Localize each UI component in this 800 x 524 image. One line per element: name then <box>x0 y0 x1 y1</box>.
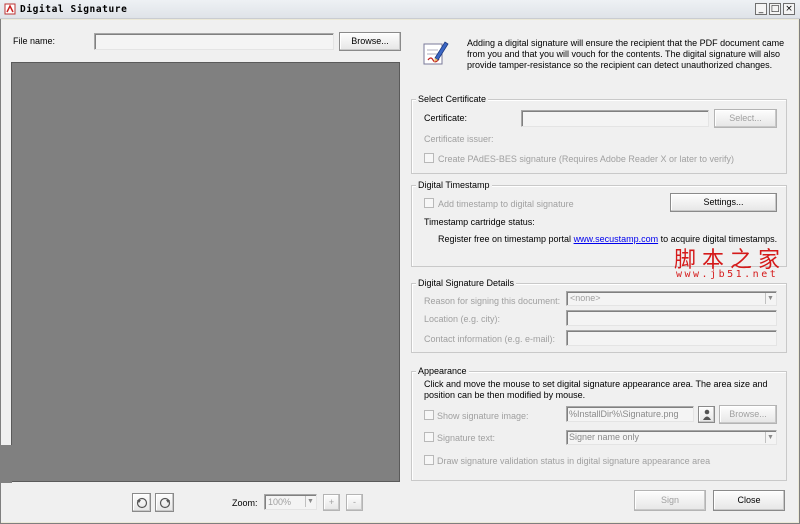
signature-text-label: Signature text: <box>437 433 496 443</box>
certificate-field[interactable] <box>521 110 709 127</box>
timestamp-settings-button[interactable]: Settings... <box>670 193 777 212</box>
add-timestamp-checkbox[interactable] <box>424 198 434 208</box>
rotate-left-button[interactable] <box>132 493 151 512</box>
image-path-value: %InstallDir%\Signature.png <box>569 409 679 419</box>
secustamp-link[interactable]: www.secustamp.com <box>574 234 659 244</box>
file-name-input[interactable] <box>94 33 334 50</box>
location-label: Location (e.g. city): <box>424 314 501 324</box>
image-picker-button[interactable] <box>698 406 715 423</box>
zoom-in-button[interactable]: + <box>323 494 340 511</box>
zoom-value: 100% <box>268 497 292 507</box>
close-button[interactable]: Close <box>713 490 785 511</box>
reason-select[interactable]: <none> <box>566 291 777 306</box>
signature-text-value: Signer name only <box>569 432 640 442</box>
location-input[interactable] <box>566 310 777 326</box>
file-browse-button[interactable]: Browse... <box>339 32 401 51</box>
pen-signature-icon <box>423 41 449 65</box>
zoom-out-button[interactable]: - <box>346 494 363 511</box>
signature-text-checkbox[interactable] <box>424 432 434 442</box>
zoom-label: Zoom: <box>232 498 258 508</box>
zoom-dropdown-icon[interactable]: ▼ <box>305 496 315 507</box>
watermark-url: www.jb51.net <box>676 269 779 280</box>
certificate-label: Certificate: <box>424 113 468 123</box>
register-prefix: Register free on timestamp portal <box>438 234 574 244</box>
minimize-button[interactable]: _ <box>755 3 767 15</box>
contact-label: Contact information (e.g. e-mail): <box>424 334 556 344</box>
person-icon <box>703 409 711 420</box>
contact-input[interactable] <box>566 330 777 346</box>
close-window-button[interactable]: × <box>783 3 795 15</box>
maximize-button[interactable]: □ <box>769 3 781 15</box>
add-timestamp-label: Add timestamp to digital signature <box>438 199 574 209</box>
select-certificate-title: Select Certificate <box>416 94 489 104</box>
digital-timestamp-title: Digital Timestamp <box>416 180 492 190</box>
draw-status-label: Draw signature validation status in digi… <box>437 456 711 466</box>
show-image-label: Show signature image: <box>437 411 529 421</box>
pades-label: Create PAdES-BES signature (Requires Ado… <box>438 154 734 164</box>
timestamp-status-label: Timestamp cartridge status: <box>424 217 535 227</box>
rotate-right-icon <box>159 497 171 509</box>
rotate-right-button[interactable] <box>155 493 174 512</box>
signature-text-dropdown-icon[interactable]: ▼ <box>765 432 775 443</box>
reason-dropdown-icon[interactable]: ▼ <box>765 293 775 304</box>
certificate-issuer-label: Certificate issuer: <box>424 134 494 144</box>
signature-details-title: Digital Signature Details <box>416 278 517 288</box>
show-image-checkbox[interactable] <box>424 410 434 420</box>
pades-checkbox[interactable] <box>424 153 434 163</box>
image-path-input[interactable]: %InstallDir%\Signature.png <box>566 406 694 422</box>
appearance-title: Appearance <box>416 366 469 376</box>
file-name-label: File name: <box>13 36 56 46</box>
reason-value: <none> <box>570 293 601 303</box>
reason-label: Reason for signing this document: <box>424 296 561 306</box>
image-browse-button[interactable]: Browse... <box>719 405 777 424</box>
certificate-select-button[interactable]: Select... <box>714 109 777 128</box>
preview-scroll-edge <box>0 445 12 483</box>
window-title: Digital Signature <box>20 4 128 15</box>
app-icon <box>4 3 16 15</box>
signature-text-select[interactable]: Signer name only <box>566 430 777 445</box>
appearance-instructions: Click and move the mouse to set digital … <box>424 379 768 400</box>
sign-button[interactable]: Sign <box>634 490 706 511</box>
info-text: Adding a digital signature will ensure t… <box>467 38 785 70</box>
document-preview-area[interactable] <box>11 62 400 482</box>
draw-status-checkbox[interactable] <box>424 455 434 465</box>
rotate-left-icon <box>136 497 148 509</box>
